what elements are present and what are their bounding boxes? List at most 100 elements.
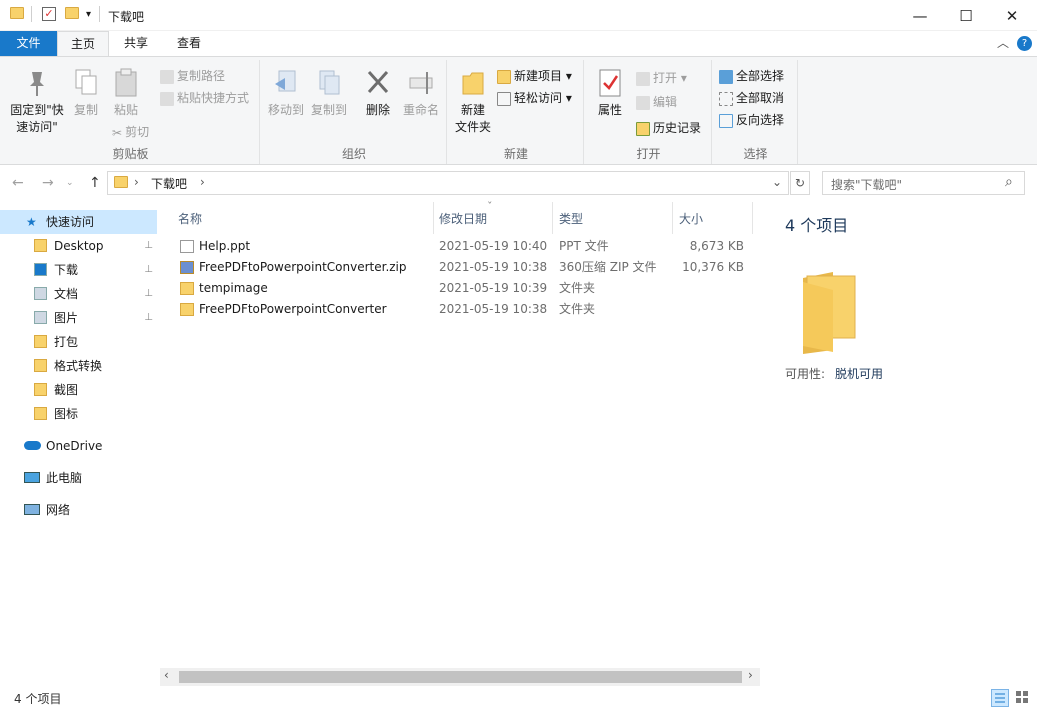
search-icon: ⌕ [1005,174,1013,190]
minimize-button[interactable]: — [897,0,943,31]
navigation-pane: ★ 快速访问 Desktop ⊥ 下载 ⊥ 文档 ⊥ 图片 ⊥ 打包 格式转换 截图图标 OneDr… [0,202,159,686]
pin-icon[interactable]: ⊥ [144,258,153,282]
scroll-right-button[interactable]: › [748,668,753,682]
breadcrumb-current[interactable]: 下载吧 [151,175,187,192]
maximize-button[interactable]: ☐ [943,0,989,31]
edit-icon [636,95,650,110]
copy-to-button[interactable]: 复制到 [308,68,350,119]
column-divider[interactable] [752,202,753,234]
column-divider[interactable] [433,202,434,234]
collapse-ribbon-icon[interactable]: ︿ [996,31,1010,56]
copy-button[interactable]: 复制 [68,68,104,119]
pin-quick-access-button[interactable]: 固定到"快 速访问" [6,68,68,136]
cut-button[interactable]: ✂ 剪切 [112,122,149,142]
group-new: 新建 文件夹 新建项目 ▾ 轻松访问 ▾ 新建 [449,60,584,164]
copy-path-button[interactable]: 复制路径 [160,66,225,86]
nav-item[interactable]: 打包 [0,330,157,354]
column-header-type[interactable]: 类型 [559,208,583,230]
folder-icon [34,407,47,420]
pin-icon[interactable]: ⊥ [144,306,153,330]
nav-item[interactable]: 图标 [0,402,157,426]
nav-network[interactable]: 网络 [0,498,157,522]
select-none-button[interactable]: 全部取消 [719,88,784,108]
horizontal-scrollbar[interactable]: ‹ › [160,668,760,686]
column-header-name[interactable]: 名称 [178,208,202,230]
details-view-icon[interactable] [991,689,1009,707]
invert-selection-icon [719,113,733,128]
paste-shortcut-button[interactable]: 粘贴快捷方式 [160,88,249,108]
nav-network-label: 网络 [46,503,71,517]
history-button[interactable]: 历史记录 [636,118,701,138]
properties-button[interactable]: 属性 [590,68,630,119]
address-bar[interactable]: › 下载吧 › ⌄ [107,171,789,195]
edit-label: 编辑 [653,95,678,109]
delete-button[interactable]: 删除 [360,68,396,119]
title-bar: ✓ ▾ 下载吧 — ☐ ✕ [0,0,1037,31]
move-to-button[interactable]: 移动到 [265,68,307,119]
file-list: 名称 修改日期 ˇ 类型 大小 Help.ppt 2021-05-19 10:40… [160,200,760,668]
status-bar: 4 个项目 [0,686,1037,710]
select-all-button[interactable]: 全部选择 [719,66,784,86]
easy-access-button[interactable]: 轻松访问 ▾ [497,88,572,108]
zip-icon [180,261,194,274]
details-count-title: 4 个项目 [785,216,849,235]
back-button[interactable]: ← [12,175,24,191]
table-row[interactable]: FreePDFtoPowerpointConverter.zip 2021-05-… [160,257,760,278]
nav-item[interactable]: 下载 ⊥ [0,258,157,282]
forward-button[interactable]: → [42,175,54,191]
nav-item[interactable]: 格式转换 [0,354,157,378]
rename-button[interactable]: 重命名 [400,68,442,119]
cell-modified: 2021-05-19 10:39 [439,281,548,295]
nav-item-label: 图标 [54,407,79,421]
table-row[interactable]: Help.ppt 2021-05-19 10:40 PPT 文件 8,673 KB [160,236,760,257]
properties-qa-icon[interactable]: ✓ [42,7,56,21]
help-icon[interactable]: ? [1017,36,1032,51]
table-row[interactable]: FreePDFtoPowerpointConverter 2021-05-19 1… [160,299,760,320]
nav-item[interactable]: 截图 [0,378,157,402]
open-icon [636,71,650,86]
open-button[interactable]: 打开 ▾ [636,68,687,88]
address-dropdown-icon[interactable]: ⌄ [772,175,782,189]
rename-label: 重命名 [402,103,439,117]
computer-icon [24,472,40,483]
folder-icon [10,7,24,19]
pin-icon[interactable]: ⊥ [144,282,153,306]
scrollbar-thumb[interactable] [179,671,742,683]
pin-icon[interactable]: ⊥ [144,234,153,258]
column-divider[interactable] [552,202,553,234]
cell-size: 10,376 KB [682,260,744,274]
up-button[interactable]: ↑ [89,175,101,191]
tab-file[interactable]: 文件 [0,31,57,56]
edit-button[interactable]: 编辑 [636,92,677,112]
refresh-button[interactable]: ↻ [790,171,810,195]
select-all-label: 全部选择 [736,69,785,83]
tab-home[interactable]: 主页 [57,31,109,57]
sort-indicator-icon: ˇ [487,200,493,213]
group-label-clipboard: 剪贴板 [112,147,149,161]
nav-onedrive[interactable]: OneDrive [0,434,157,458]
column-header-size[interactable]: 大小 [679,208,703,230]
tab-view[interactable]: 查看 [166,31,212,56]
large-icons-view-icon[interactable] [1014,689,1032,707]
table-row[interactable]: tempimage 2021-05-19 10:39 文件夹 [160,278,760,299]
search-input[interactable]: 搜索"下载吧" ⌕ [822,171,1025,195]
scroll-left-button[interactable]: ‹ [164,668,169,682]
nav-item[interactable]: 文档 ⊥ [0,282,157,306]
new-folder-button[interactable]: 新建 文件夹 [451,68,495,136]
paste-button[interactable]: 粘贴 [108,68,144,119]
folder-icon [34,335,47,348]
new-item-button[interactable]: 新建项目 ▾ [497,66,572,86]
column-header-modified[interactable]: 修改日期 [439,208,487,230]
close-button[interactable]: ✕ [989,0,1035,31]
new-folder-qa-icon[interactable] [65,7,79,19]
customize-qa-dropdown[interactable]: ▾ [86,9,91,20]
nav-item[interactable]: 图片 ⊥ [0,306,157,330]
tab-share[interactable]: 共享 [112,31,160,56]
column-divider[interactable] [672,202,673,234]
nav-this-pc[interactable]: 此电脑 [0,466,157,490]
nav-quick-access[interactable]: ★ 快速访问 [0,210,157,234]
recent-locations-chevron-icon[interactable]: ⌄ [66,178,74,188]
invert-selection-button[interactable]: 反向选择 [719,110,784,130]
nav-item[interactable]: Desktop ⊥ [0,234,157,258]
group-select: 全部选择 全部取消 反向选择 选择 [714,60,798,164]
